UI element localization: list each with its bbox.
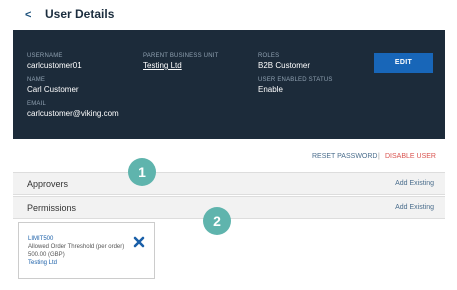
name-value: Carl Customer bbox=[27, 85, 79, 94]
callout-badge-2: 2 bbox=[203, 207, 231, 235]
permission-card: LIMIT500 Allowed Order Threshold (per or… bbox=[18, 222, 155, 279]
email-label: EMAIL bbox=[27, 101, 47, 107]
username-label: USERNAME bbox=[27, 53, 63, 59]
permission-description: Allowed Order Threshold (per order) bbox=[28, 244, 125, 250]
roles-field: ROLES B2B Customer bbox=[258, 52, 310, 71]
username-value: carlcustomer01 bbox=[27, 61, 82, 70]
email-field: EMAIL carlcustomer@viking.com bbox=[27, 100, 119, 119]
user-details-panel: USERNAME carlcustomer01 NAME Carl Custom… bbox=[13, 30, 445, 139]
permission-business-unit-link[interactable]: Testing Ltd bbox=[28, 259, 57, 267]
username-field: USERNAME carlcustomer01 bbox=[27, 52, 82, 71]
parent-business-unit-link[interactable]: Testing Ltd bbox=[143, 60, 218, 71]
permissions-add-existing-link[interactable]: Add Existing bbox=[395, 204, 434, 211]
permission-code: LIMIT500 bbox=[28, 236, 54, 242]
permissions-title: Permissions bbox=[27, 203, 77, 213]
approvers-add-existing-link[interactable]: Add Existing bbox=[395, 180, 434, 187]
approvers-section: Approvers Add Existing bbox=[13, 172, 445, 195]
approvers-title: Approvers bbox=[27, 179, 69, 189]
user-enabled-status-label: USER ENABLED STATUS bbox=[258, 77, 333, 83]
callout-badge-1: 1 bbox=[128, 158, 156, 186]
reset-password-link[interactable]: RESET PASSWORD bbox=[312, 152, 377, 161]
edit-button[interactable]: EDIT bbox=[374, 53, 433, 73]
page-title: User Details bbox=[45, 7, 115, 21]
disable-user-link[interactable]: DISABLE USER bbox=[385, 152, 436, 161]
user-enabled-status-field: USER ENABLED STATUS Enable bbox=[258, 76, 333, 95]
roles-value: B2B Customer bbox=[258, 61, 311, 70]
roles-label: ROLES bbox=[258, 53, 280, 59]
parent-business-unit-field: PARENT BUSINESS UNIT Testing Ltd bbox=[143, 52, 218, 71]
name-label: NAME bbox=[27, 77, 46, 83]
parent-business-unit-label: PARENT BUSINESS UNIT bbox=[143, 53, 219, 59]
action-divider: | bbox=[378, 153, 380, 160]
user-enabled-status-value: Enable bbox=[258, 85, 283, 94]
page-header: < User Details bbox=[0, 0, 457, 30]
back-chevron-icon[interactable]: < bbox=[25, 9, 31, 21]
name-field: NAME Carl Customer bbox=[27, 76, 79, 95]
permission-amount: 500.00 (GBP) bbox=[28, 252, 65, 258]
email-value: carlcustomer@viking.com bbox=[27, 109, 119, 118]
close-x-icon[interactable] bbox=[133, 235, 145, 248]
